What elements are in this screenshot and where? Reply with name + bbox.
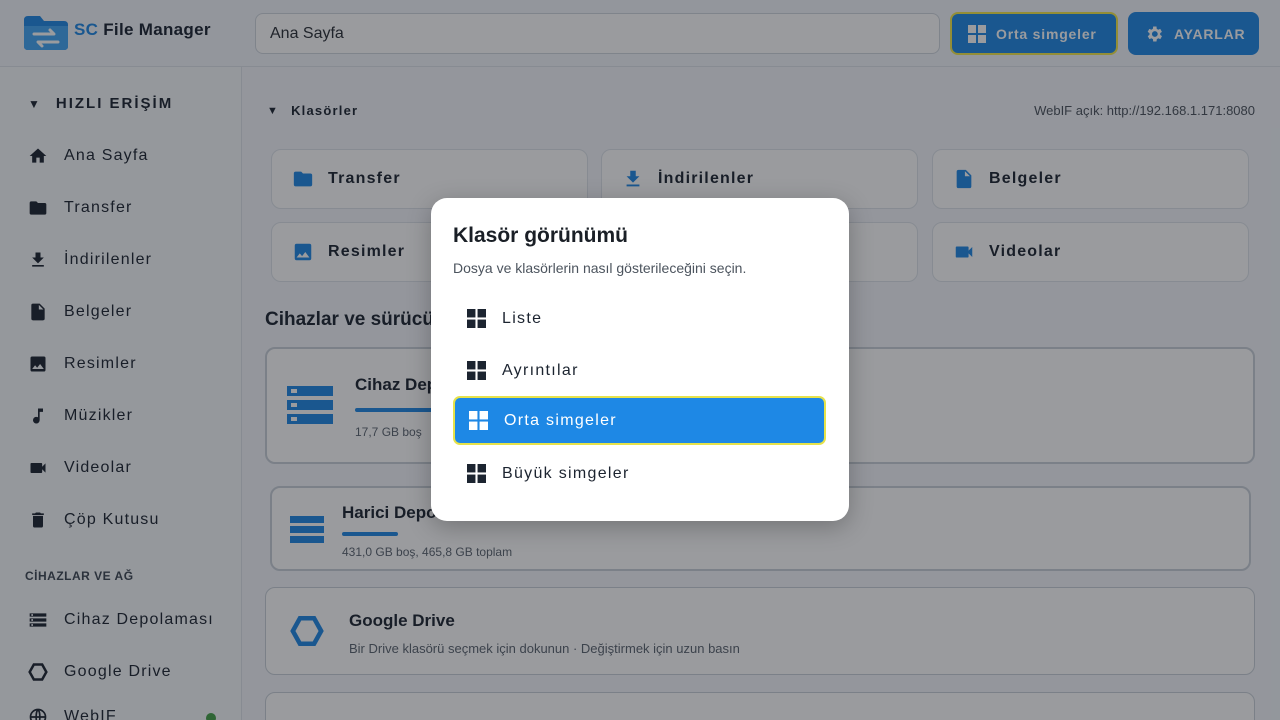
dialog-title: Klasör görünümü — [453, 224, 629, 247]
view-option-label: Büyük simgeler — [502, 464, 630, 482]
dialog-subtitle: Dosya ve klasörlerin nasıl gösterileceği… — [453, 260, 747, 276]
grid-icon — [469, 411, 488, 430]
grid-icon — [467, 361, 486, 380]
folder-view-dialog: Klasör görünümü Dosya ve klasörlerin nas… — [431, 198, 849, 521]
view-option-label: Orta simgeler — [504, 411, 617, 429]
grid-icon — [467, 464, 486, 483]
view-option-medium-icons[interactable]: Orta simgeler — [453, 396, 826, 445]
view-option-large-icons[interactable]: Büyük simgeler — [453, 449, 826, 498]
view-option-details[interactable]: Ayrıntılar — [453, 346, 826, 395]
grid-icon — [467, 309, 486, 328]
view-option-list[interactable]: Liste — [453, 294, 826, 343]
view-option-label: Liste — [502, 309, 543, 327]
view-option-label: Ayrıntılar — [502, 361, 579, 379]
